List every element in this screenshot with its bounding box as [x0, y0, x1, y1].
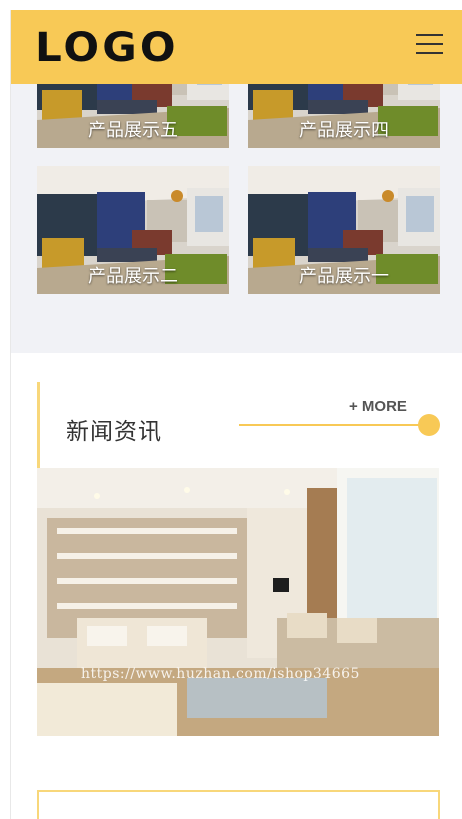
site-logo[interactable]: LOGO	[35, 26, 179, 70]
hamburger-menu-icon[interactable]	[416, 34, 443, 54]
section-accent-bar	[37, 382, 40, 468]
product-card[interactable]: 产品展示二	[37, 166, 229, 294]
more-dot-icon	[418, 414, 440, 436]
product-caption: 产品展示二	[88, 266, 178, 287]
site-header: LOGO	[11, 10, 462, 84]
news-section-header: 新闻资讯 + MORE	[37, 382, 440, 468]
product-caption: 产品展示四	[299, 120, 389, 141]
news-card[interactable]	[37, 790, 440, 819]
page-frame: 产品展示五 产品展示四 产品展示二 产品展示一 LOGO 新闻资讯 + MORE…	[10, 10, 462, 819]
more-underline	[239, 424, 419, 426]
living-room-photo	[37, 468, 439, 736]
image-watermark: https://www.huzhan.com/ishop34665	[81, 666, 360, 682]
product-card[interactable]: 产品展示一	[248, 166, 440, 294]
product-caption: 产品展示五	[88, 120, 178, 141]
more-link[interactable]: + MORE	[349, 398, 407, 415]
section-title: 新闻资讯	[66, 419, 162, 445]
news-image[interactable]: https://www.huzhan.com/ishop34665	[37, 468, 439, 736]
product-caption: 产品展示一	[299, 266, 389, 287]
